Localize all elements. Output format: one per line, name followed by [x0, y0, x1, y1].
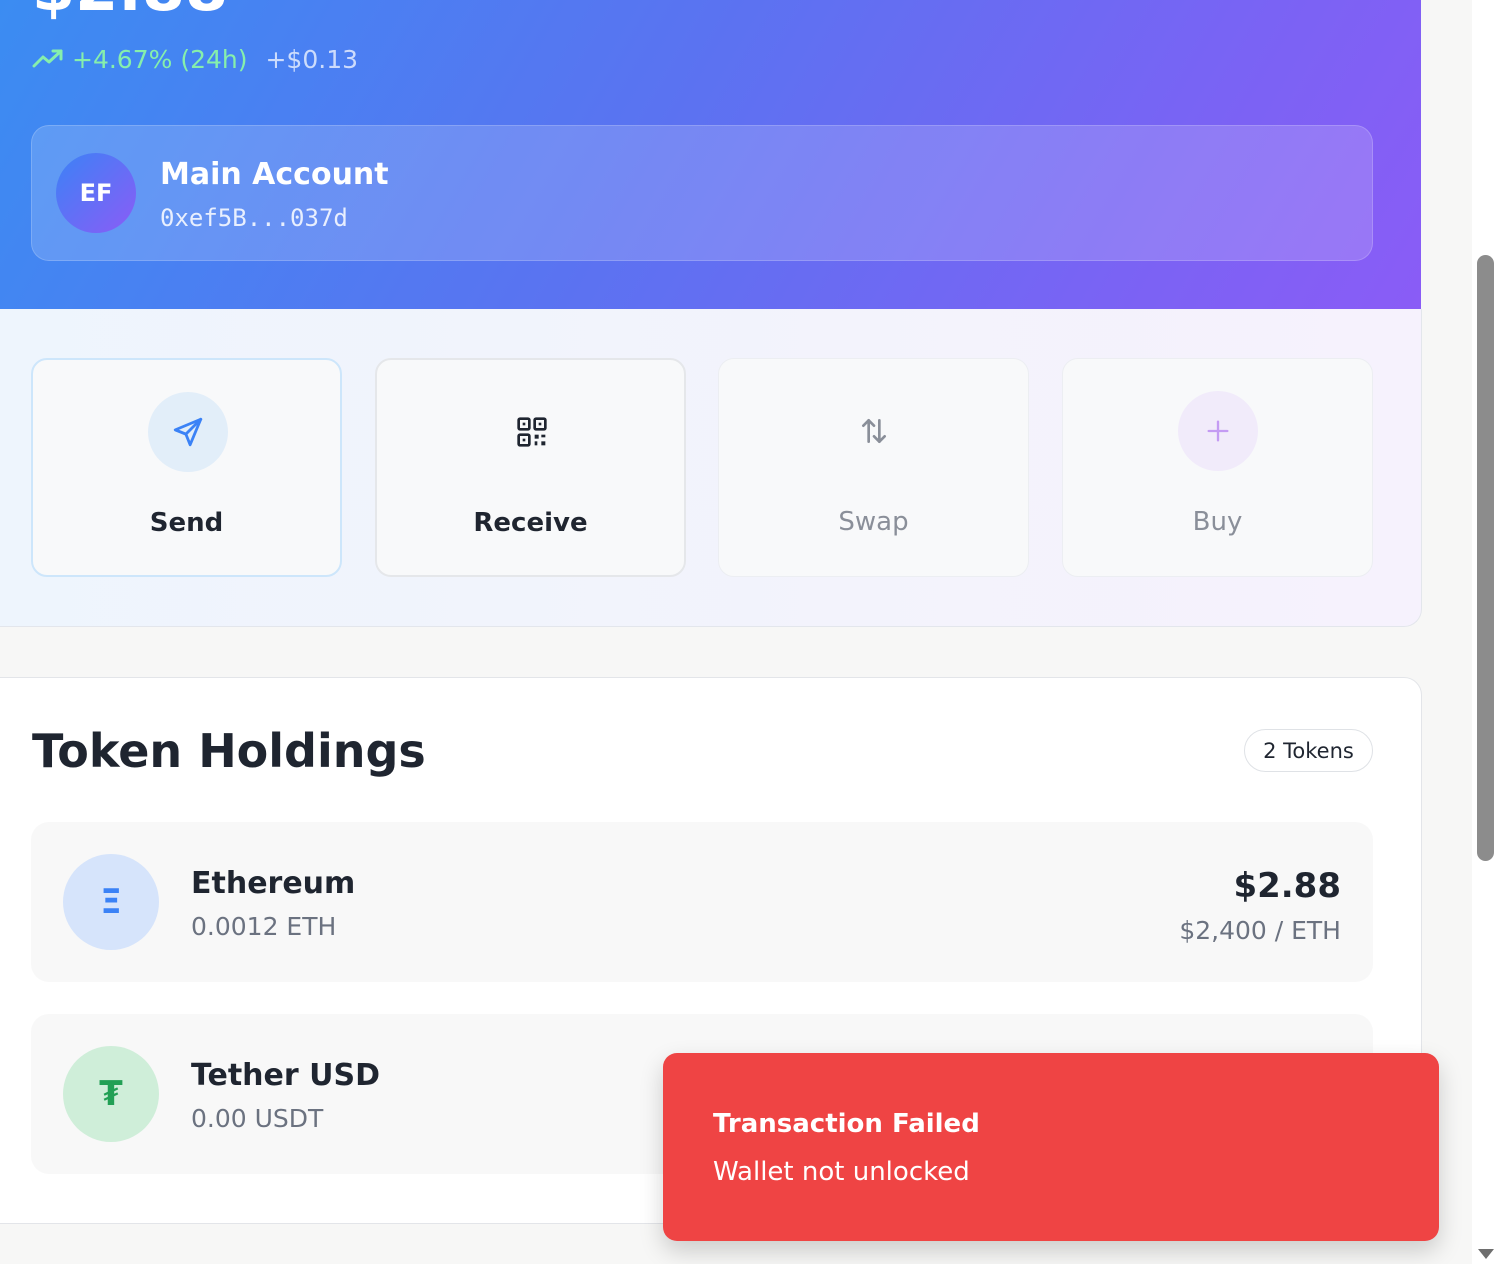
holdings-title: Token Holdings	[32, 724, 426, 778]
token-row-ethereum[interactable]: Ξ Ethereum 0.0012 ETH $2.88 $2,400 / ETH	[31, 822, 1373, 982]
change-amount: +$0.13	[265, 44, 359, 74]
send-label: Send	[149, 508, 224, 538]
account-address[interactable]: 0xef5B...037d	[160, 204, 348, 232]
receive-label: Receive	[473, 508, 588, 538]
swap-arrows-icon	[834, 391, 914, 471]
page-scrollbar[interactable]	[1472, 0, 1498, 1264]
trending-up-icon	[32, 49, 63, 68]
toast-message: Wallet not unlocked	[713, 1157, 970, 1187]
toast-title: Transaction Failed	[713, 1109, 980, 1139]
token-name: Ethereum	[191, 866, 356, 901]
qr-code-icon	[492, 392, 572, 472]
scroll-down-arrow-icon[interactable]	[1478, 1249, 1494, 1259]
tether-icon: ₮	[63, 1046, 159, 1142]
portfolio-hero: $2.88 +4.67% (24h) +$0.13 EF Main Accoun…	[0, 0, 1421, 309]
token-name: Tether USD	[191, 1058, 380, 1093]
buy-label: Buy	[1192, 507, 1243, 537]
send-button[interactable]: Send	[31, 358, 342, 577]
send-icon	[148, 392, 228, 472]
swap-button[interactable]: Swap	[718, 358, 1029, 577]
account-name: Main Account	[160, 157, 389, 192]
balance-change: +4.67% (24h) +$0.13	[32, 41, 358, 77]
account-card[interactable]: EF Main Account 0xef5B...037d	[31, 125, 1373, 261]
total-balance: $2.88	[32, 0, 228, 20]
receive-button[interactable]: Receive	[375, 358, 686, 577]
error-toast[interactable]: Transaction Failed Wallet not unlocked	[663, 1053, 1439, 1241]
scrollbar-thumb[interactable]	[1477, 255, 1494, 861]
change-percent: +4.67% (24h)	[72, 44, 248, 74]
plus-icon	[1178, 391, 1258, 471]
buy-button[interactable]: Buy	[1062, 358, 1373, 577]
token-amount: 0.00 USDT	[191, 1104, 324, 1133]
wallet-page: $2.88 +4.67% (24h) +$0.13 EF Main Accoun…	[0, 0, 1498, 1264]
ethereum-icon: Ξ	[63, 854, 159, 950]
token-amount: 0.0012 ETH	[191, 912, 337, 941]
token-count-badge: 2 Tokens	[1244, 729, 1373, 772]
token-value: $2.88	[1233, 866, 1341, 906]
token-price: $2,400 / ETH	[1179, 916, 1341, 945]
avatar: EF	[56, 153, 136, 233]
swap-label: Swap	[838, 507, 909, 537]
